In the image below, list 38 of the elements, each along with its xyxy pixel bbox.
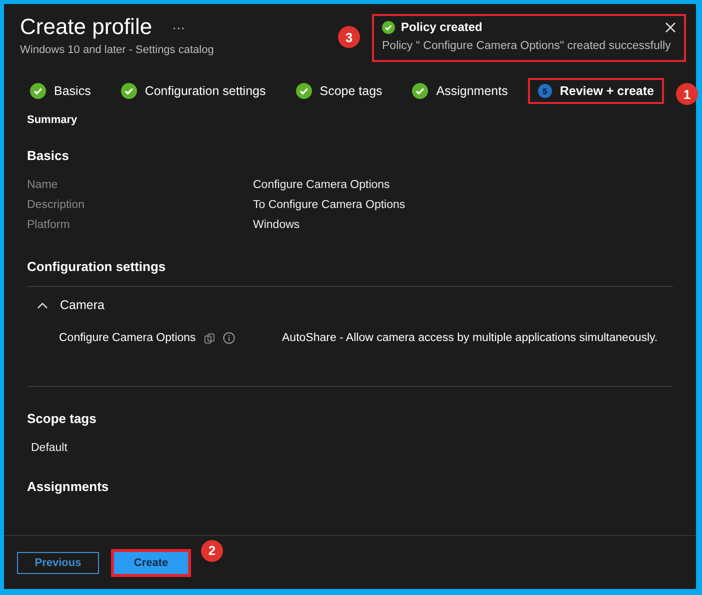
wizard-step-tab[interactable]: Assignments bbox=[402, 77, 518, 105]
field-label: Description bbox=[27, 199, 86, 211]
field-value: To Configure Camera Options bbox=[253, 199, 406, 211]
previous-button[interactable]: Previous bbox=[17, 552, 99, 574]
copy-icon bbox=[204, 332, 215, 344]
check-circle-icon bbox=[120, 83, 137, 99]
page-subtitle: Windows 10 and later - Settings catalog bbox=[20, 44, 214, 56]
check-circle-icon bbox=[382, 20, 395, 34]
check-circle-icon bbox=[296, 83, 312, 99]
section-heading: Scope tags bbox=[27, 411, 98, 426]
setting-name: Configure Camera Options bbox=[59, 332, 196, 344]
callout-number: 1 bbox=[676, 83, 698, 105]
wizard-step-tab[interactable]: Configuration settings bbox=[110, 77, 276, 105]
close-icon[interactable] bbox=[665, 22, 676, 32]
summary-heading: Summary bbox=[27, 114, 78, 126]
step-number: 5 bbox=[538, 84, 552, 98]
field-label: Platform bbox=[27, 219, 71, 231]
toast-title: Policy created bbox=[401, 20, 484, 34]
field-value: Configure Camera Options bbox=[253, 179, 391, 191]
info-icon[interactable] bbox=[222, 332, 235, 344]
chevron-icon bbox=[37, 302, 48, 308]
wizard-step-tab[interactable]: Basics bbox=[20, 77, 101, 105]
field-label: Name bbox=[27, 179, 59, 191]
section-heading: Assignments bbox=[27, 479, 110, 494]
wizard-step-tab[interactable]: Scope tags bbox=[286, 77, 392, 105]
setting-value: AutoShare - Allow camera access by multiple applications simultaneously. bbox=[282, 332, 659, 344]
check-circle-icon bbox=[30, 83, 46, 99]
scope-tag-value: Default bbox=[30, 442, 68, 454]
section-heading: Basics bbox=[27, 148, 70, 163]
callout-number: 2 bbox=[201, 540, 223, 562]
field-value: Windows bbox=[253, 219, 301, 231]
callout-number: 3 bbox=[338, 26, 360, 48]
page-title: Create profile bbox=[20, 14, 152, 40]
check-circle-icon bbox=[412, 83, 428, 99]
more-button[interactable]: ··· bbox=[172, 20, 186, 34]
toast-message: Policy " Configure Camera Options" created successfully bbox=[382, 40, 672, 52]
section-heading: Configuration settings bbox=[27, 259, 167, 274]
category-toggle[interactable]: Camera bbox=[27, 287, 673, 312]
